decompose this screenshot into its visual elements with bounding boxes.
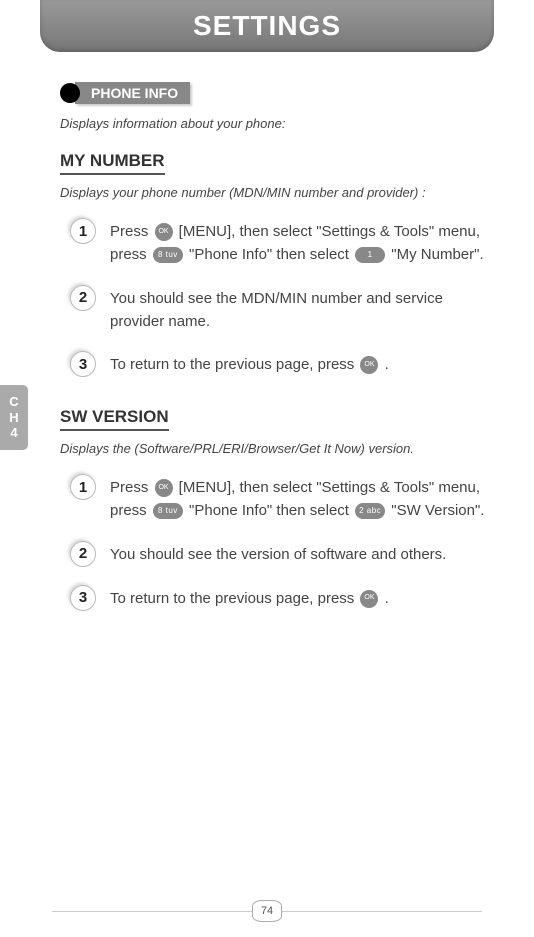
ok-key-icon: OK [155, 479, 173, 497]
step-number-badge: 1 [70, 218, 96, 244]
section-dot-icon [60, 83, 80, 103]
section-tag: PHONE INFO [60, 82, 190, 104]
step-text: You should see the version of software a… [110, 541, 446, 566]
section-intro: Displays information about your phone: [60, 116, 494, 131]
step-number-badge: 2 [70, 541, 96, 567]
section-label: PHONE INFO [75, 82, 190, 104]
step-number-badge: 3 [70, 585, 96, 611]
key-1-icon: 1 [355, 247, 385, 263]
content-area: PHONE INFO Displays information about yo… [0, 52, 534, 611]
ok-key-icon: OK [360, 590, 378, 608]
key-8-icon: 8 tuv [153, 503, 183, 519]
subsection-my-number: MY NUMBER Displays your phone number (MD… [60, 151, 494, 377]
step-row: 2 You should see the MDN/MIN number and … [70, 285, 494, 334]
footer-line-right [282, 911, 482, 912]
step-row: 3 To return to the previous page, press … [70, 351, 494, 377]
key-2-icon: 2 abc [355, 503, 385, 519]
page-title: SETTINGS [40, 10, 494, 42]
header-banner: SETTINGS [40, 0, 494, 52]
ok-key-icon: OK [360, 356, 378, 374]
subsection-title: MY NUMBER [60, 151, 165, 175]
step-row: 1 Press OK [MENU], then select "Settings… [70, 474, 494, 523]
step-text: Press OK [MENU], then select "Settings &… [110, 474, 494, 523]
step-row: 1 Press OK [MENU], then select "Settings… [70, 218, 494, 267]
chapter-tab: C H 4 [0, 385, 28, 450]
step-row: 3 To return to the previous page, press … [70, 585, 494, 611]
subsection-desc: Displays your phone number (MDN/MIN numb… [60, 185, 494, 200]
page-footer: 74 [0, 900, 534, 922]
subsection-title: SW VERSION [60, 407, 169, 431]
key-8-icon: 8 tuv [153, 247, 183, 263]
step-text: You should see the MDN/MIN number and se… [110, 285, 494, 334]
step-row: 2 You should see the version of software… [70, 541, 494, 567]
subsection-sw-version: SW VERSION Displays the (Software/PRL/ER… [60, 407, 494, 611]
step-number-badge: 1 [70, 474, 96, 500]
step-number-badge: 3 [70, 351, 96, 377]
step-text: Press OK [MENU], then select "Settings &… [110, 218, 494, 267]
ok-key-icon: OK [155, 223, 173, 241]
step-number-badge: 2 [70, 285, 96, 311]
page-number: 74 [252, 900, 282, 922]
step-text: To return to the previous page, press OK… [110, 585, 389, 610]
step-text: To return to the previous page, press OK… [110, 351, 389, 376]
footer-line-left [52, 911, 252, 912]
subsection-desc: Displays the (Software/PRL/ERI/Browser/G… [60, 441, 494, 456]
